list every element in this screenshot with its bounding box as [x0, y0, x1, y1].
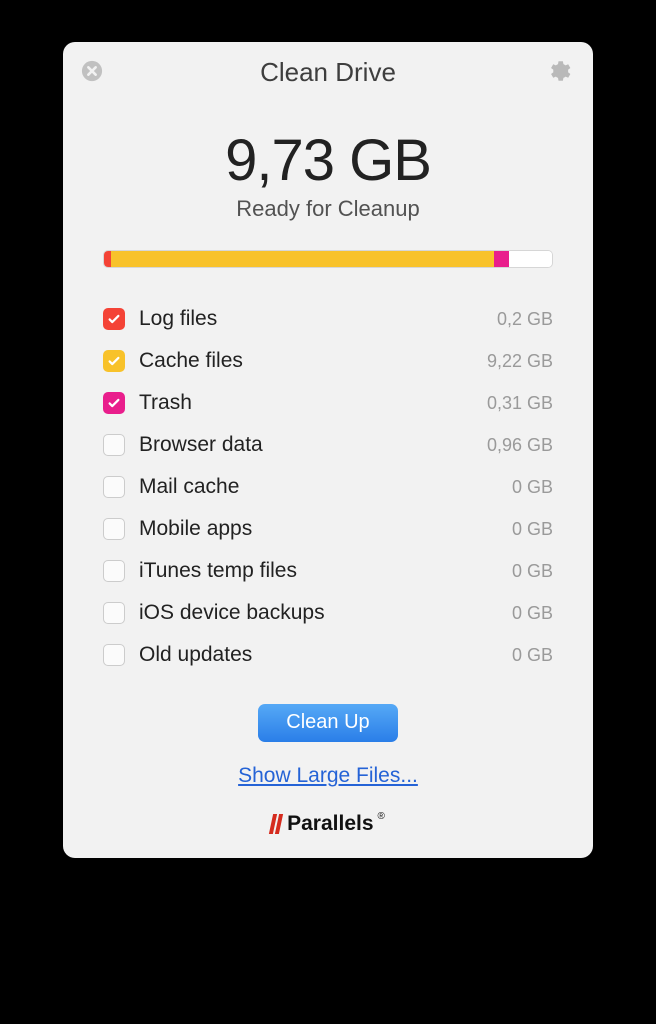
checkbox-log-files[interactable] — [103, 308, 125, 330]
checkbox-ios-backups[interactable] — [103, 602, 125, 624]
actions: Clean Up Show Large Files... Parallels ® — [63, 704, 593, 836]
item-size: 0 GB — [512, 477, 553, 498]
item-size: 0 GB — [512, 603, 553, 624]
item-size: 0 GB — [512, 519, 553, 540]
list-item: Old updates 0 GB — [103, 634, 553, 676]
checkbox-trash[interactable] — [103, 392, 125, 414]
item-size: 0 GB — [512, 561, 553, 582]
item-label: iTunes temp files — [139, 559, 512, 583]
item-size: 0,2 GB — [497, 309, 553, 330]
item-label: Cache files — [139, 349, 487, 373]
clean-up-button[interactable]: Clean Up — [258, 704, 397, 742]
clean-drive-window: Clean Drive 9,73 GB Ready for Cleanup Lo… — [63, 42, 593, 858]
item-label: Log files — [139, 307, 497, 331]
item-size: 0 GB — [512, 645, 553, 666]
gear-icon[interactable] — [545, 58, 571, 84]
checkbox-old-updates[interactable] — [103, 644, 125, 666]
checkbox-mail-cache[interactable] — [103, 476, 125, 498]
checkbox-mobile-apps[interactable] — [103, 518, 125, 540]
usage-segment-trash — [494, 251, 510, 267]
checkbox-browser-data[interactable] — [103, 434, 125, 456]
item-label: Trash — [139, 391, 487, 415]
list-item: iOS device backups 0 GB — [103, 592, 553, 634]
list-item: Browser data 0,96 GB — [103, 424, 553, 466]
usage-segment-free — [509, 251, 552, 267]
usage-segment-cache — [111, 251, 494, 267]
item-label: Mobile apps — [139, 517, 512, 541]
checkbox-itunes-temp[interactable] — [103, 560, 125, 582]
status-text: Ready for Cleanup — [63, 196, 593, 222]
total-size: 9,73 GB — [63, 127, 593, 194]
item-size: 0,96 GB — [487, 435, 553, 456]
checkbox-cache-files[interactable] — [103, 350, 125, 372]
item-label: iOS device backups — [139, 601, 512, 625]
list-item: Log files 0,2 GB — [103, 298, 553, 340]
item-size: 0,31 GB — [487, 393, 553, 414]
list-item: iTunes temp files 0 GB — [103, 550, 553, 592]
item-list: Log files 0,2 GB Cache files 9,22 GB Tra… — [103, 298, 553, 676]
list-item: Trash 0,31 GB — [103, 382, 553, 424]
registered-mark: ® — [378, 811, 385, 822]
list-item: Mail cache 0 GB — [103, 466, 553, 508]
list-item: Mobile apps 0 GB — [103, 508, 553, 550]
list-item: Cache files 9,22 GB — [103, 340, 553, 382]
brand-logo: Parallels ® — [63, 812, 593, 836]
item-label: Browser data — [139, 433, 487, 457]
summary: 9,73 GB Ready for Cleanup — [63, 127, 593, 222]
window-title: Clean Drive — [260, 57, 396, 88]
item-label: Mail cache — [139, 475, 512, 499]
usage-bar — [103, 250, 553, 268]
brand-name: Parallels — [287, 812, 373, 836]
item-label: Old updates — [139, 643, 512, 667]
window-header: Clean Drive — [63, 42, 593, 102]
parallels-bars-icon — [271, 814, 281, 834]
show-large-files-link[interactable]: Show Large Files... — [238, 764, 418, 788]
close-icon[interactable] — [81, 60, 103, 82]
item-size: 9,22 GB — [487, 351, 553, 372]
usage-segment-log — [104, 251, 111, 267]
